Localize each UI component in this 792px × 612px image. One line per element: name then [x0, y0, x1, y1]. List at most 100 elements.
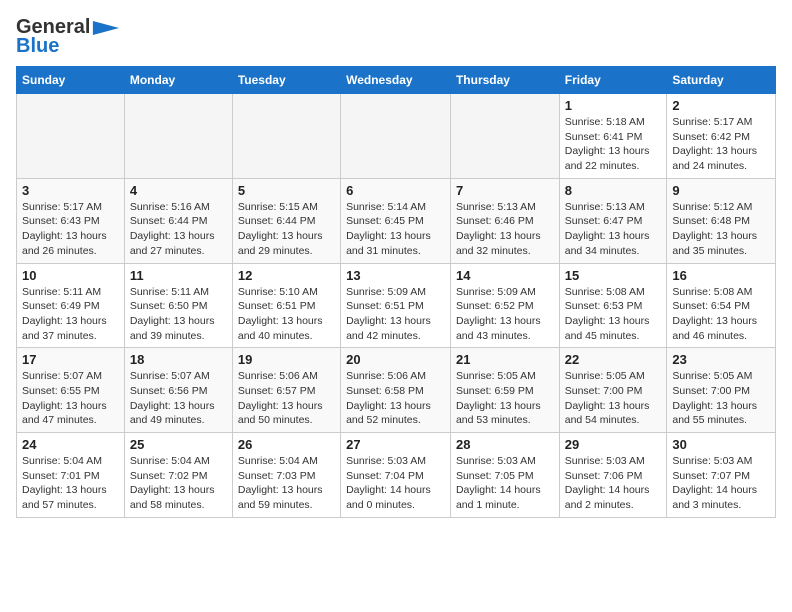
weekday-header: Thursday	[450, 67, 559, 94]
day-number: 3	[22, 183, 119, 198]
day-info: Sunrise: 5:03 AM Sunset: 7:07 PM Dayligh…	[672, 454, 770, 513]
calendar-cell: 13Sunrise: 5:09 AM Sunset: 6:51 PM Dayli…	[341, 263, 451, 348]
weekday-header: Sunday	[17, 67, 125, 94]
day-info: Sunrise: 5:15 AM Sunset: 6:44 PM Dayligh…	[238, 200, 335, 259]
day-info: Sunrise: 5:04 AM Sunset: 7:02 PM Dayligh…	[130, 454, 227, 513]
day-number: 25	[130, 437, 227, 452]
day-info: Sunrise: 5:17 AM Sunset: 6:42 PM Dayligh…	[672, 115, 770, 174]
day-number: 7	[456, 183, 554, 198]
calendar-week-row: 3 Sunrise: 5:17 AM Sunset: 6:43 PM Daylig…	[17, 178, 776, 263]
day-info: Sunrise: 5:08 AM Sunset: 6:53 PM Dayligh…	[565, 285, 662, 344]
calendar-cell: 19Sunrise: 5:06 AM Sunset: 6:57 PM Dayli…	[232, 348, 340, 433]
day-number: 6	[346, 183, 445, 198]
day-info: Sunrise: 5:13 AM Sunset: 6:47 PM Dayligh…	[565, 200, 662, 259]
calendar-cell: 20 Sunrise: 5:06 AM Sunset: 6:58 PM Dayli…	[341, 348, 451, 433]
weekday-header: Friday	[559, 67, 667, 94]
logo-icon	[92, 21, 120, 35]
calendar-cell: 14 Sunrise: 5:09 AM Sunset: 6:52 PM Dayli…	[450, 263, 559, 348]
day-number: 11	[130, 268, 227, 283]
day-number: 28	[456, 437, 554, 452]
day-info: Sunrise: 5:10 AM Sunset: 6:51 PM Dayligh…	[238, 285, 335, 344]
day-info: Sunrise: 5:06 AM Sunset: 6:57 PM Dayligh…	[238, 369, 335, 428]
calendar-cell: 9 Sunrise: 5:12 AM Sunset: 6:48 PM Daylig…	[667, 178, 776, 263]
day-number: 26	[238, 437, 335, 452]
weekday-header: Wednesday	[341, 67, 451, 94]
day-info: Sunrise: 5:06 AM Sunset: 6:58 PM Dayligh…	[346, 369, 445, 428]
calendar-cell: 8 Sunrise: 5:13 AM Sunset: 6:47 PM Daylig…	[559, 178, 667, 263]
day-info: Sunrise: 5:18 AM Sunset: 6:41 PM Dayligh…	[565, 115, 662, 174]
calendar-cell	[450, 94, 559, 179]
day-info: Sunrise: 5:07 AM Sunset: 6:55 PM Dayligh…	[22, 369, 119, 428]
day-number: 5	[238, 183, 335, 198]
day-info: Sunrise: 5:14 AM Sunset: 6:45 PM Dayligh…	[346, 200, 445, 259]
calendar-cell: 3 Sunrise: 5:17 AM Sunset: 6:43 PM Daylig…	[17, 178, 125, 263]
day-number: 21	[456, 352, 554, 367]
weekday-header: Saturday	[667, 67, 776, 94]
calendar-cell: 30 Sunrise: 5:03 AM Sunset: 7:07 PM Dayli…	[667, 433, 776, 518]
calendar-cell	[124, 94, 232, 179]
day-info: Sunrise: 5:03 AM Sunset: 7:04 PM Dayligh…	[346, 454, 445, 513]
day-info: Sunrise: 5:16 AM Sunset: 6:44 PM Dayligh…	[130, 200, 227, 259]
day-number: 12	[238, 268, 335, 283]
weekday-header: Tuesday	[232, 67, 340, 94]
day-number: 14	[456, 268, 554, 283]
day-number: 2	[672, 98, 770, 113]
day-info: Sunrise: 5:11 AM Sunset: 6:49 PM Dayligh…	[22, 285, 119, 344]
calendar-week-row: 10 Sunrise: 5:11 AM Sunset: 6:49 PM Dayli…	[17, 263, 776, 348]
calendar-cell: 10 Sunrise: 5:11 AM Sunset: 6:49 PM Dayli…	[17, 263, 125, 348]
calendar-cell	[232, 94, 340, 179]
calendar-cell: 2 Sunrise: 5:17 AM Sunset: 6:42 PM Daylig…	[667, 94, 776, 179]
calendar-week-row: 1Sunrise: 5:18 AM Sunset: 6:41 PM Daylig…	[17, 94, 776, 179]
logo-blue-text: Blue	[16, 35, 59, 58]
day-number: 17	[22, 352, 119, 367]
day-info: Sunrise: 5:05 AM Sunset: 6:59 PM Dayligh…	[456, 369, 554, 428]
day-info: Sunrise: 5:03 AM Sunset: 7:05 PM Dayligh…	[456, 454, 554, 513]
calendar-cell: 22 Sunrise: 5:05 AM Sunset: 7:00 PM Dayli…	[559, 348, 667, 433]
calendar-cell: 1Sunrise: 5:18 AM Sunset: 6:41 PM Daylig…	[559, 94, 667, 179]
day-number: 30	[672, 437, 770, 452]
calendar-cell: 17 Sunrise: 5:07 AM Sunset: 6:55 PM Dayli…	[17, 348, 125, 433]
day-info: Sunrise: 5:04 AM Sunset: 7:01 PM Dayligh…	[22, 454, 119, 513]
day-info: Sunrise: 5:12 AM Sunset: 6:48 PM Dayligh…	[672, 200, 770, 259]
day-number: 27	[346, 437, 445, 452]
day-info: Sunrise: 5:08 AM Sunset: 6:54 PM Dayligh…	[672, 285, 770, 344]
day-info: Sunrise: 5:05 AM Sunset: 7:00 PM Dayligh…	[672, 369, 770, 428]
day-number: 22	[565, 352, 662, 367]
day-info: Sunrise: 5:09 AM Sunset: 6:51 PM Dayligh…	[346, 285, 445, 344]
day-number: 8	[565, 183, 662, 198]
day-info: Sunrise: 5:04 AM Sunset: 7:03 PM Dayligh…	[238, 454, 335, 513]
day-number: 9	[672, 183, 770, 198]
day-number: 18	[130, 352, 227, 367]
calendar-week-row: 17 Sunrise: 5:07 AM Sunset: 6:55 PM Dayli…	[17, 348, 776, 433]
calendar-cell: 27 Sunrise: 5:03 AM Sunset: 7:04 PM Dayli…	[341, 433, 451, 518]
calendar-cell: 15Sunrise: 5:08 AM Sunset: 6:53 PM Dayli…	[559, 263, 667, 348]
day-info: Sunrise: 5:09 AM Sunset: 6:52 PM Dayligh…	[456, 285, 554, 344]
calendar-cell: 16Sunrise: 5:08 AM Sunset: 6:54 PM Dayli…	[667, 263, 776, 348]
calendar-cell: 28 Sunrise: 5:03 AM Sunset: 7:05 PM Dayli…	[450, 433, 559, 518]
day-number: 10	[22, 268, 119, 283]
calendar-cell: 23 Sunrise: 5:05 AM Sunset: 7:00 PM Dayli…	[667, 348, 776, 433]
header: General Blue	[16, 16, 776, 58]
calendar-cell: 5 Sunrise: 5:15 AM Sunset: 6:44 PM Daylig…	[232, 178, 340, 263]
calendar-cell	[341, 94, 451, 179]
calendar-cell: 21 Sunrise: 5:05 AM Sunset: 6:59 PM Dayli…	[450, 348, 559, 433]
day-number: 29	[565, 437, 662, 452]
calendar-cell: 24 Sunrise: 5:04 AM Sunset: 7:01 PM Dayli…	[17, 433, 125, 518]
calendar-cell: 18Sunrise: 5:07 AM Sunset: 6:56 PM Dayli…	[124, 348, 232, 433]
calendar-cell: 4Sunrise: 5:16 AM Sunset: 6:44 PM Daylig…	[124, 178, 232, 263]
logo: General Blue	[16, 16, 120, 58]
calendar-cell: 6 Sunrise: 5:14 AM Sunset: 6:45 PM Daylig…	[341, 178, 451, 263]
day-info: Sunrise: 5:17 AM Sunset: 6:43 PM Dayligh…	[22, 200, 119, 259]
calendar-table: SundayMondayTuesdayWednesdayThursdayFrid…	[16, 66, 776, 518]
day-number: 20	[346, 352, 445, 367]
calendar-week-row: 24 Sunrise: 5:04 AM Sunset: 7:01 PM Dayli…	[17, 433, 776, 518]
calendar-cell: 12 Sunrise: 5:10 AM Sunset: 6:51 PM Dayli…	[232, 263, 340, 348]
calendar-cell: 7 Sunrise: 5:13 AM Sunset: 6:46 PM Daylig…	[450, 178, 559, 263]
calendar-cell: 25 Sunrise: 5:04 AM Sunset: 7:02 PM Dayli…	[124, 433, 232, 518]
day-number: 24	[22, 437, 119, 452]
day-info: Sunrise: 5:05 AM Sunset: 7:00 PM Dayligh…	[565, 369, 662, 428]
calendar-cell: 29Sunrise: 5:03 AM Sunset: 7:06 PM Dayli…	[559, 433, 667, 518]
day-number: 23	[672, 352, 770, 367]
calendar-cell: 26 Sunrise: 5:04 AM Sunset: 7:03 PM Dayli…	[232, 433, 340, 518]
day-info: Sunrise: 5:13 AM Sunset: 6:46 PM Dayligh…	[456, 200, 554, 259]
